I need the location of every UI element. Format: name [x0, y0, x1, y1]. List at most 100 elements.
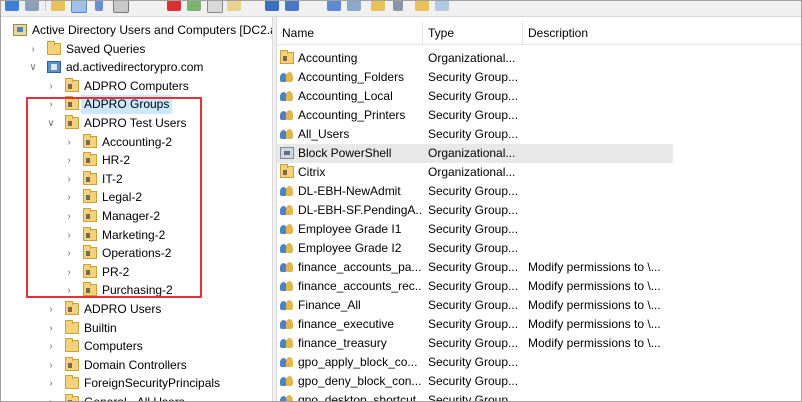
cell-name: finance_accounts_pa...	[298, 260, 422, 274]
cell-description	[528, 125, 801, 144]
export-icon[interactable]	[207, 1, 223, 13]
new-group-icon[interactable]	[327, 1, 341, 11]
column-name-header[interactable]: Name	[277, 22, 423, 44]
delete-icon[interactable]	[167, 1, 181, 11]
chevron-right-icon[interactable]: ›	[45, 393, 57, 401]
list-item[interactable]: finance_treasury Security Group... Modify …	[277, 334, 673, 353]
gpo-icon	[280, 147, 294, 159]
cell-type: Organizational...	[428, 165, 516, 179]
ou-icon	[65, 115, 79, 129]
group-icon	[280, 109, 294, 121]
list-item[interactable]: All_Users Security Group...	[277, 125, 673, 144]
chevron-right-icon[interactable]: ›	[63, 151, 75, 170]
filter-icon[interactable]	[393, 1, 403, 11]
toolbar-separator	[45, 1, 46, 11]
tree-item-label: IT-2	[102, 171, 123, 186]
ou-icon	[83, 282, 97, 297]
group-icon	[280, 337, 294, 349]
chevron-right-icon[interactable]: ›	[63, 207, 75, 226]
chevron-right-icon[interactable]: ›	[45, 319, 57, 338]
chevron-right-icon[interactable]: ›	[45, 356, 57, 375]
ou-icon	[65, 301, 79, 315]
chevron-right-icon[interactable]: ›	[27, 40, 39, 59]
tree-item-label: ADPRO Computers	[84, 78, 189, 93]
chevron-right-icon[interactable]: ›	[45, 300, 57, 319]
cell-description: Modify permissions to \...	[528, 336, 661, 350]
column-description-header[interactable]: Description	[523, 22, 801, 44]
cell-description	[528, 372, 801, 391]
chevron-right-icon[interactable]: ›	[45, 337, 57, 356]
chevron-right-icon[interactable]: ›	[63, 133, 75, 152]
cell-type: Security Group...	[428, 279, 519, 293]
find-icon[interactable]	[371, 1, 385, 11]
list-item[interactable]: Finance_All Security Group... Modify permi…	[277, 296, 673, 315]
chevron-right-icon[interactable]: ›	[63, 281, 75, 300]
group-icon	[280, 128, 294, 140]
new-user-icon[interactable]	[285, 1, 299, 11]
chevron-right-icon[interactable]: ›	[63, 170, 75, 189]
cell-type: Security Group...	[428, 355, 519, 369]
list-item[interactable]: DL-EBH-NewAdmit Security Group...	[277, 182, 673, 201]
cell-description	[528, 87, 801, 106]
list-item[interactable]: DL-EBH-SF.PendingA... Security Group...	[277, 201, 673, 220]
cell-type: Security Group...	[428, 89, 519, 103]
list-item[interactable]: Accounting_Local Security Group...	[277, 87, 673, 106]
cell-type: Security Group...	[428, 70, 519, 84]
new-ou-icon[interactable]	[347, 1, 361, 11]
tree-item-label: ADPRO Groups	[81, 95, 173, 115]
list-item[interactable]: Accounting_Folders Security Group...	[277, 68, 673, 87]
cell-name: Employee Grade I1	[298, 222, 402, 236]
chevron-down-icon[interactable]: ∨	[27, 58, 39, 77]
copy-icon[interactable]	[227, 1, 241, 11]
chevron-right-icon[interactable]: ›	[63, 188, 75, 207]
back-icon[interactable]	[5, 1, 19, 11]
cell-description	[528, 68, 801, 87]
cell-name: finance_treasury	[298, 336, 387, 350]
refresh-icon[interactable]	[187, 1, 201, 11]
chevron-right-icon[interactable]: ›	[63, 226, 75, 245]
cell-name: DL-EBH-NewAdmit	[298, 184, 401, 198]
chevron-down-icon[interactable]: ∨	[45, 114, 57, 133]
list-item[interactable]: Accounting_Printers Security Group...	[277, 106, 673, 125]
up-icon[interactable]	[51, 1, 65, 11]
ou-icon	[83, 263, 97, 278]
list-item[interactable]: Citrix Organizational...	[277, 163, 673, 182]
list-item[interactable]: gpo_apply_block_co... Security Group...	[277, 353, 673, 372]
list-item[interactable]: Accounting Organizational...	[277, 49, 673, 68]
tree-item-label: HR-2	[102, 153, 131, 168]
chevron-right-icon[interactable]: ›	[45, 77, 57, 96]
chevron-right-icon[interactable]: ›	[45, 95, 57, 114]
folder-icon	[65, 319, 79, 334]
console-tree-pane: Active Directory Users and Computers [DC…	[1, 17, 272, 401]
ou-icon	[65, 356, 79, 371]
show-tree-icon[interactable]	[71, 1, 87, 13]
ou-icon	[83, 170, 97, 185]
chevron-right-icon[interactable]: ›	[63, 263, 75, 282]
list-item[interactable]: finance_accounts_pa... Security Group... M…	[277, 258, 673, 277]
domain-icon	[47, 61, 61, 74]
delegate-icon[interactable]	[435, 1, 449, 11]
list-item[interactable]: gpo_desktop_shortcut Security Group...	[277, 391, 673, 401]
column-type-header[interactable]: Type	[423, 22, 523, 44]
cell-type: Security Group...	[428, 222, 519, 236]
properties-icon[interactable]	[113, 1, 129, 13]
cell-name: gpo_deny_block_con...	[298, 374, 422, 388]
list-item[interactable]: finance_executive Security Group... Modify…	[277, 315, 673, 334]
chevron-right-icon[interactable]: ›	[45, 374, 57, 393]
cell-type: Organizational...	[428, 146, 516, 160]
cell-name: Accounting_Printers	[298, 108, 406, 122]
cell-type: Security Group...	[428, 260, 519, 274]
chevron-right-icon[interactable]: ›	[63, 244, 75, 263]
forward-icon[interactable]	[25, 1, 39, 11]
cell-description	[528, 144, 801, 163]
list-item[interactable]: gpo_deny_block_con... Security Group...	[277, 372, 673, 391]
cell-description: Modify permissions to \...	[528, 298, 661, 312]
group-icon	[280, 185, 294, 197]
help-icon[interactable]	[265, 1, 279, 11]
list-item[interactable]: Block PowerShell Organizational...	[277, 144, 673, 163]
list-item[interactable]: finance_accounts_rec... Security Group...…	[277, 277, 673, 296]
cut-icon[interactable]	[95, 1, 103, 11]
list-item[interactable]: Employee Grade I2 Security Group...	[277, 239, 673, 258]
list-item[interactable]: Employee Grade I1 Security Group...	[277, 220, 673, 239]
add-to-group-icon[interactable]	[415, 1, 429, 11]
